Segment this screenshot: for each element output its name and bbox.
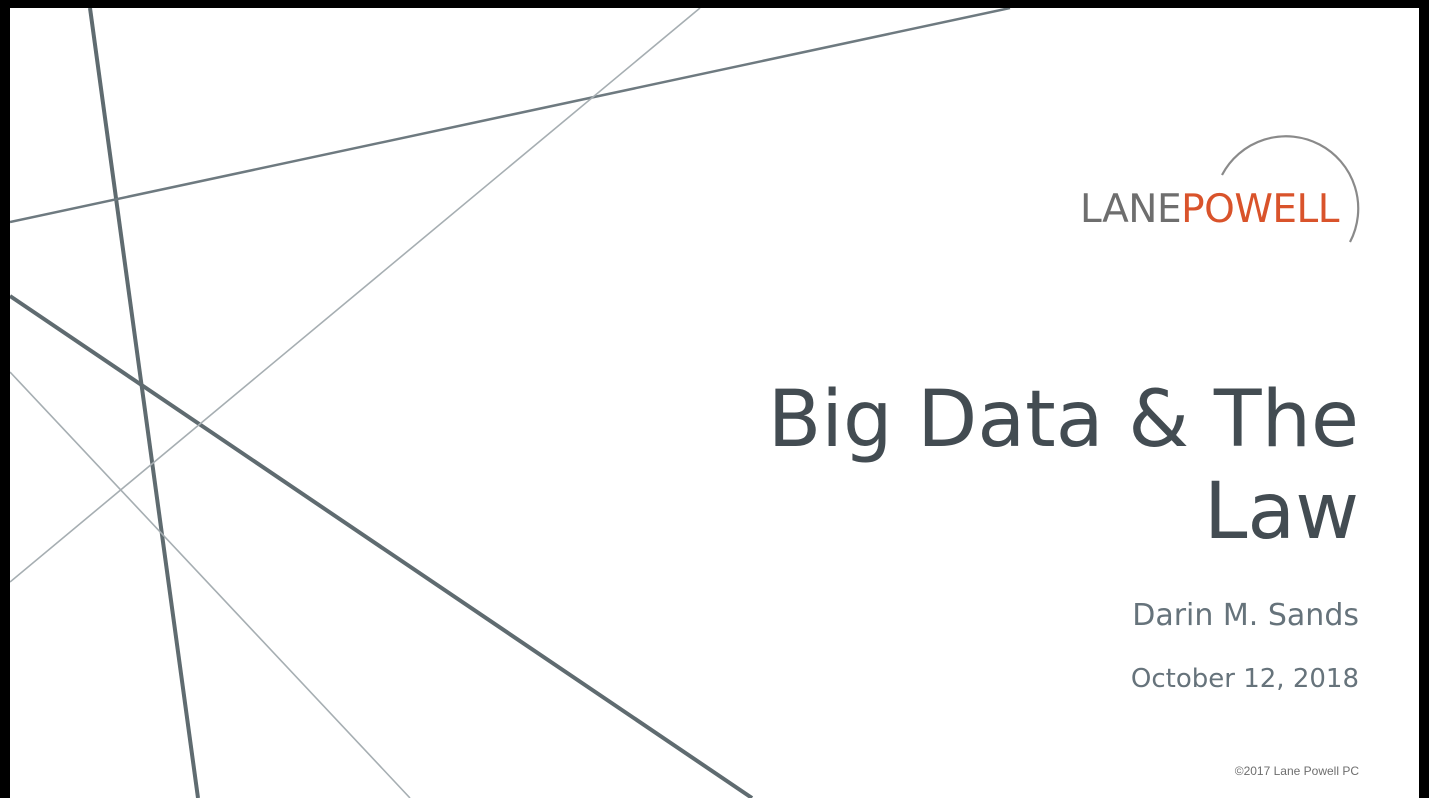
logo-powell-text: POWELL — [1181, 187, 1339, 232]
logo-lane-text: LANE — [1080, 187, 1182, 232]
line-light-rising — [10, 8, 701, 583]
copyright-notice: ©2017 Lane Powell PC — [1234, 764, 1359, 778]
line-light-falling — [10, 371, 411, 798]
title-slide: LANEPOWELL Big Data & The Law Darin M. S… — [0, 0, 1429, 798]
line-top-diagonal — [10, 8, 1011, 224]
lane-powell-logo: LANEPOWELL — [1050, 100, 1390, 260]
slide-title: Big Data & The Law — [767, 375, 1359, 557]
presenter-name: Darin M. Sands — [1132, 598, 1359, 633]
presentation-date: October 12, 2018 — [1130, 664, 1359, 694]
line-thick-vertical — [88, 8, 200, 798]
logo-wordmark: LANEPOWELL — [1080, 190, 1339, 229]
logo-arc — [1221, 135, 1360, 243]
